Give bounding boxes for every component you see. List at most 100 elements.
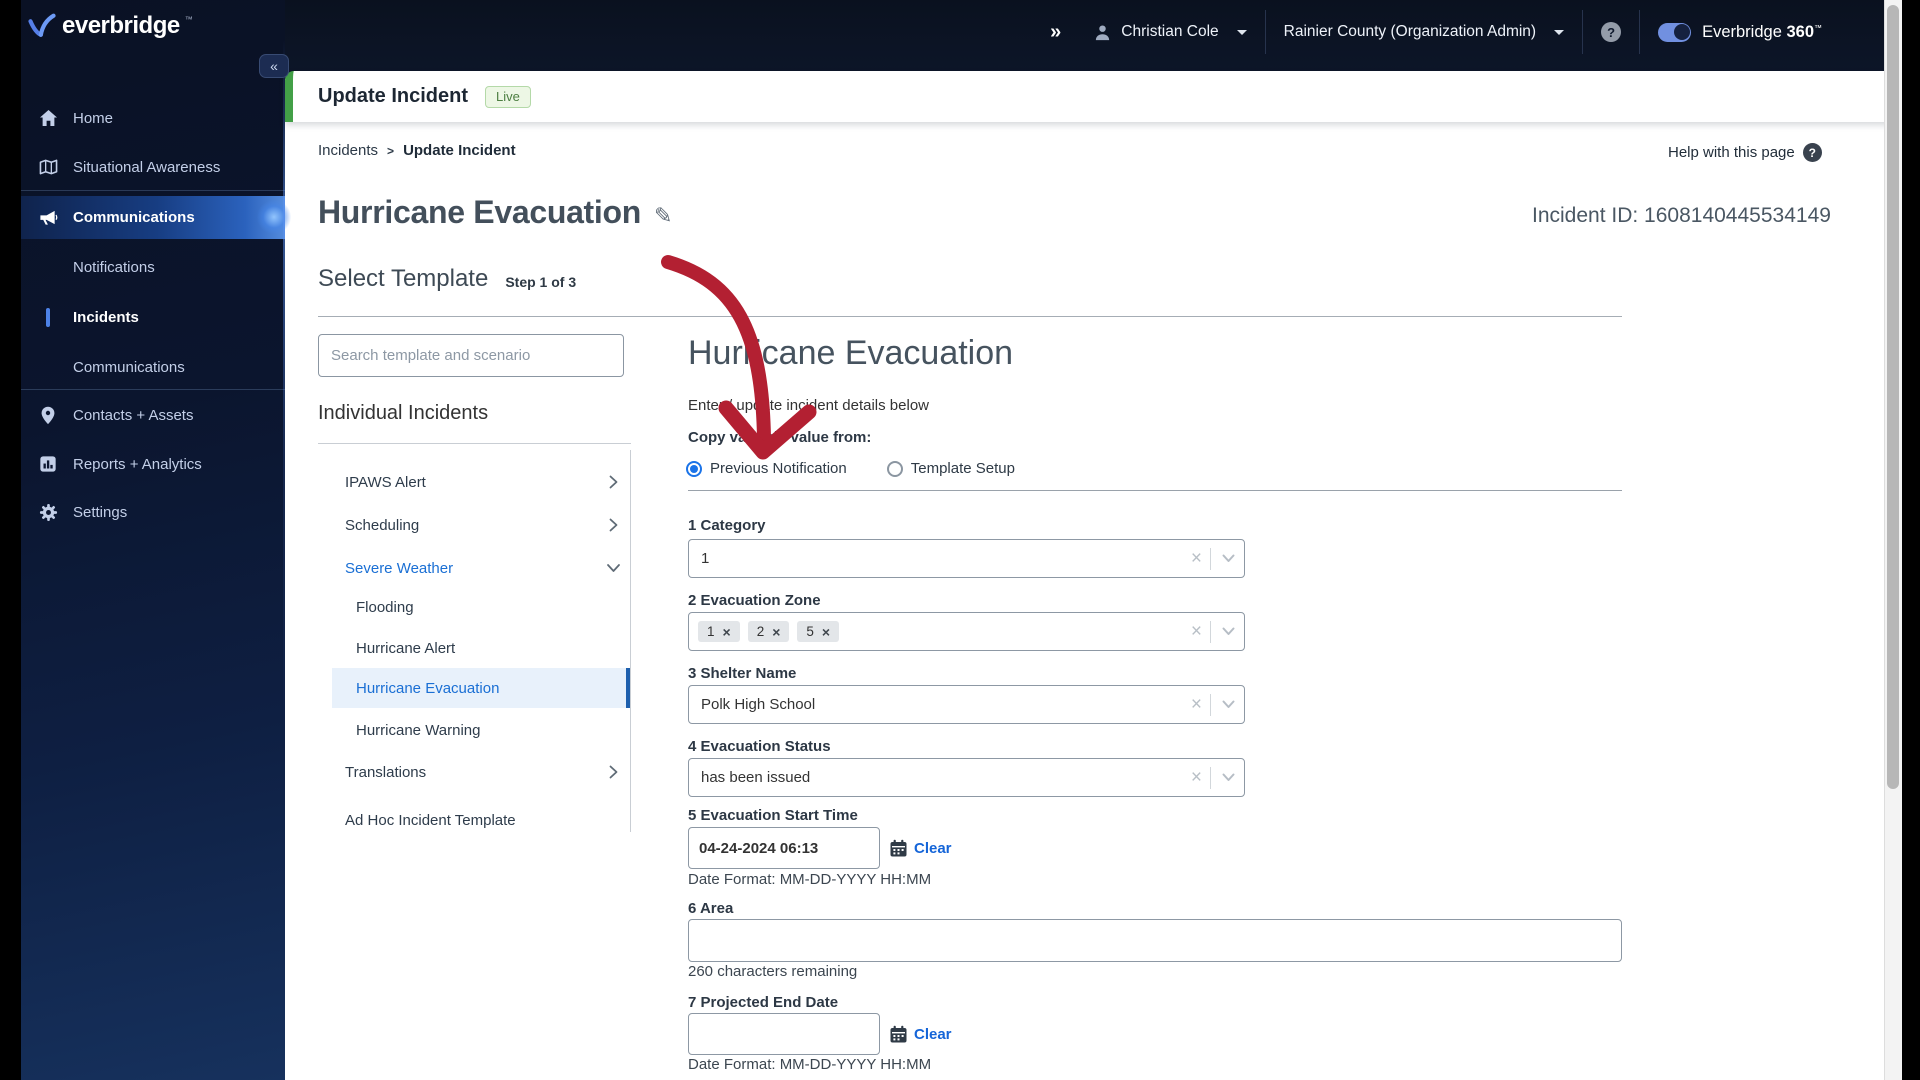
bar-chart-icon [38,455,58,473]
live-status-badge: Live [485,85,531,108]
template-item-ipaws-alert[interactable]: IPAWS Alert [332,465,630,499]
calendar-icon[interactable] [889,839,908,858]
breadcrumb-separator: > [387,143,395,158]
gear-icon [38,503,58,522]
help-icon[interactable]: ? [1601,22,1622,42]
divider [21,389,285,390]
user-name: Christian Cole [1121,23,1219,40]
tag-list: 1 × 2 × 5 × [689,621,840,642]
template-item-hurricane-warning[interactable]: Hurricane Warning [332,713,630,747]
user-icon [1096,24,1110,40]
app-screen: » Christian Cole Rainier County (Organiz… [0,0,1920,1080]
sidebar-collapse-button[interactable]: « [259,54,289,78]
breadcrumb-incidents[interactable]: Incidents [318,142,378,159]
chevron-right-icon [609,475,618,489]
projected-end-date-input[interactable] [688,1013,880,1055]
form-subtitle: Enter / update incident details below [688,397,929,414]
product-label: Everbridge 360™ [1702,22,1822,41]
template-item-hurricane-alert[interactable]: Hurricane Alert [332,631,630,665]
chevron-down-icon [607,564,621,573]
step-counter: Step 1 of 3 [505,274,577,290]
category-select[interactable]: 1 × [688,539,1245,578]
sidebar-item-reports-analytics[interactable]: Reports + Analytics [0,444,285,484]
shelter-name-select[interactable]: Polk High School × [688,685,1245,724]
evacuation-start-time-row: Clear [688,827,952,869]
evacuation-start-time-input[interactable] [688,827,880,869]
clear-field-icon[interactable]: × [1191,549,1202,568]
template-item-scheduling[interactable]: Scheduling [332,508,630,542]
tag-chip: 2 × [747,621,790,642]
clear-field-icon[interactable]: × [1191,768,1202,787]
remove-tag-icon[interactable]: × [822,625,830,639]
calendar-icon[interactable] [889,1025,908,1044]
everbridge-logo: everbridge ™ [27,12,193,42]
radio-previous-notification[interactable]: Previous Notification [686,460,847,477]
sidebar-item-communications-sub[interactable]: Communications [0,347,285,387]
org-menu[interactable]: Rainier County (Organization Admin) [1283,23,1565,41]
divider [1210,766,1211,789]
remove-tag-icon[interactable]: × [772,625,780,639]
sidebar-item-communications[interactable]: Communications [0,196,291,239]
chevron-down-icon[interactable] [1222,627,1235,636]
tag-chip: 1 × [698,621,740,642]
template-item-severe-weather[interactable]: Severe Weather [332,551,630,585]
screen-edge-right [1902,0,1920,1080]
field-label-shelter-name: 3 Shelter Name [688,665,797,682]
field-label-evacuation-zone: 2 Evacuation Zone [688,592,821,609]
everbridge-360-toggle[interactable] [1658,22,1692,42]
sidebar-item-situational-awareness[interactable]: Situational Awareness [0,147,285,187]
chevron-down-icon[interactable] [1222,773,1235,782]
copy-variable-options: Previous Notification Template Setup [686,460,1015,477]
area-field [688,919,1622,962]
template-item-flooding[interactable]: Flooding [332,590,630,624]
template-item-ad-hoc[interactable]: Ad Hoc Incident Template [332,803,630,837]
template-item-hurricane-evacuation[interactable]: Hurricane Evacuation [332,668,630,708]
clear-date-link[interactable]: Clear [914,1026,952,1043]
area-textarea[interactable] [688,919,1622,962]
date-format-helper: Date Format: MM-DD-YYYY HH:MM [688,871,932,888]
template-item-translations[interactable]: Translations [332,755,630,789]
incident-title: Hurricane Evacuation ✎ [318,194,673,230]
user-menu[interactable]: Christian Cole [1093,23,1247,42]
chevron-down-icon[interactable] [1222,554,1235,563]
remove-tag-icon[interactable]: × [723,625,731,639]
chevron-down-icon[interactable] [1222,700,1235,709]
help-with-page-link[interactable]: Help with this page ? [1668,143,1822,162]
divider [688,490,1622,491]
sidebar-item-home[interactable]: Home [0,98,285,138]
edit-title-icon[interactable]: ✎ [654,203,672,228]
projected-end-date-row: Clear [688,1013,952,1055]
radio-template-setup[interactable]: Template Setup [886,460,1015,477]
template-search-input[interactable] [318,334,624,377]
sidebar-item-notifications[interactable]: Notifications [0,247,285,287]
chevron-down-icon [1554,29,1565,35]
expand-panel-icon[interactable]: » [1050,21,1061,44]
sidebar-item-settings[interactable]: Settings [0,492,285,532]
top-bar: » Christian Cole Rainier County (Organiz… [285,0,1920,79]
everbridge-bird-icon [28,13,56,37]
screen-edge-left [0,0,21,1080]
org-name: Rainier County (Organization Admin) [1283,23,1537,40]
sidebar-item-contacts-assets[interactable]: Contacts + Assets [0,395,285,435]
template-search [318,334,624,377]
megaphone-icon [38,208,58,227]
scrollbar-thumb[interactable] [1887,5,1899,789]
template-list-border [630,450,631,832]
clear-field-icon[interactable]: × [1191,622,1202,641]
template-section-title: Individual Incidents [318,402,489,424]
help-icon: ? [1802,143,1822,162]
divider [1210,547,1211,570]
chevron-right-icon [609,518,618,532]
sidebar-item-incidents[interactable]: Incidents [0,297,285,337]
evacuation-zone-multiselect[interactable]: 1 × 2 × 5 × × [688,612,1245,651]
evacuation-status-select[interactable]: has been issued × [688,758,1245,797]
clear-date-link[interactable]: Clear [914,840,952,857]
clear-field-icon[interactable]: × [1191,695,1202,714]
field-label-projected-end-date: 7 Projected End Date [688,994,839,1011]
incident-id: Incident ID: 1608140445534149 [1532,204,1831,227]
characters-remaining: 260 characters remaining [688,963,858,980]
sidebar: everbridge ™ Home Situational Awareness … [0,0,291,1080]
home-icon [38,109,58,127]
date-format-helper: Date Format: MM-DD-YYYY HH:MM [688,1056,932,1073]
field-label-category: 1 Category [688,517,766,534]
